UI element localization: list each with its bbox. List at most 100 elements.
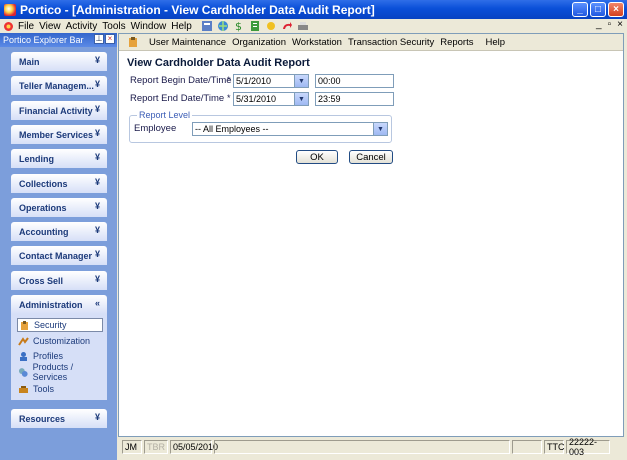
menu-window[interactable]: Window — [131, 21, 167, 32]
chevron-down-icon[interactable]: ¥ — [95, 177, 100, 187]
chevron-down-icon[interactable]: ¥ — [95, 274, 100, 284]
calculator-icon[interactable] — [201, 20, 213, 32]
group-member-services[interactable]: Member Services ¥ — [11, 125, 107, 144]
chevron-down-icon[interactable]: ¥ — [95, 225, 100, 235]
end-date-value: 5/31/2010 — [236, 94, 277, 104]
group-collections[interactable]: Collections ¥ — [11, 174, 107, 193]
subnav-help[interactable]: Help — [485, 37, 505, 48]
begin-date-picker[interactable]: 5/1/2010 ▼ — [233, 74, 309, 88]
chevron-down-icon[interactable]: ▼ — [294, 93, 308, 105]
subnav-workstation[interactable]: Workstation — [292, 37, 342, 48]
end-time-input[interactable]: 23:59 — [315, 92, 394, 106]
chevron-down-icon[interactable]: ¥ — [95, 79, 100, 89]
minimize-button[interactable]: _ — [572, 2, 588, 17]
security-icon — [129, 37, 137, 47]
end-date-picker[interactable]: 5/31/2010 ▼ — [233, 92, 309, 106]
maximize-button[interactable]: □ — [590, 2, 606, 17]
page-title: View Cardholder Data Audit Report — [127, 57, 310, 69]
admin-item-products-services[interactable]: Products / Services — [18, 362, 107, 382]
group-accounting[interactable]: Accounting ¥ — [11, 222, 107, 241]
chevron-down-icon[interactable]: ¥ — [95, 55, 100, 65]
group-resources[interactable]: Resources ¥ — [11, 409, 107, 428]
status-user: JM — [122, 439, 142, 454]
chevron-down-icon[interactable]: ¥ — [95, 104, 100, 114]
chevron-down-icon[interactable]: ¥ — [95, 152, 100, 162]
portico-menu-icon[interactable] — [3, 21, 14, 32]
subnav-organization[interactable]: Organization — [232, 37, 286, 48]
begin-time-input[interactable]: 00:00 — [315, 74, 394, 88]
mdi-restore-button[interactable]: ▫ — [608, 19, 612, 30]
end-time-value: 23:59 — [318, 94, 341, 104]
menu-tools[interactable]: Tools — [102, 21, 125, 32]
group-label: Administration — [19, 299, 83, 310]
admin-item-label: Products / Services — [32, 362, 74, 382]
menu-file[interactable]: File — [18, 21, 34, 32]
admin-subnav: User Maintenance Organization Workstatio… — [119, 34, 623, 51]
group-cross-sell[interactable]: Cross Sell ¥ — [11, 271, 107, 290]
employee-label: Employee — [134, 123, 177, 134]
group-contact-manager[interactable]: Contact Manager ¥ — [11, 246, 107, 265]
status-date: 05/05/2010 — [170, 439, 218, 454]
group-financial-activity[interactable]: Financial Activity ¥ — [11, 101, 107, 120]
printer-icon[interactable] — [297, 20, 309, 32]
menu-activity[interactable]: Activity — [66, 21, 98, 32]
money-icon[interactable]: $ — [233, 20, 245, 32]
admin-item-security[interactable]: Security — [17, 318, 103, 332]
pin-icon[interactable]: ⊥ — [94, 34, 104, 44]
group-label: Operations — [19, 202, 67, 213]
coin-icon[interactable] — [265, 20, 277, 32]
close-explorer-icon[interactable]: × — [105, 34, 115, 44]
mdi-minimize-button[interactable]: _ — [596, 19, 602, 30]
report-icon[interactable] — [249, 20, 261, 32]
subnav-transaction-security[interactable]: Transaction Security — [348, 37, 434, 48]
group-label: Member Services — [19, 129, 94, 140]
mdi-close-button[interactable]: × — [617, 19, 623, 30]
chevron-up-icon[interactable]: « — [95, 298, 100, 308]
employee-select[interactable]: -- All Employees -- ▼ — [192, 122, 388, 136]
mdi-controls: _ ▫ × — [596, 19, 623, 30]
menu-bar: File View Activity Tools Window Help $ _… — [0, 19, 627, 33]
subnav-user-maintenance[interactable]: User Maintenance — [149, 37, 226, 48]
group-lending[interactable]: Lending ¥ — [11, 149, 107, 168]
chevron-down-icon[interactable]: ¥ — [95, 201, 100, 211]
group-teller-management[interactable]: Teller Managem... ¥ — [11, 76, 107, 95]
close-button[interactable]: × — [608, 2, 624, 17]
security-icon — [21, 320, 28, 330]
subnav-reports[interactable]: Reports — [440, 37, 473, 48]
chevron-down-icon[interactable]: ▼ — [373, 123, 387, 135]
redo-arrow-icon[interactable] — [281, 20, 293, 32]
title-bar: Portico - [Administration - View Cardhol… — [0, 0, 627, 19]
explorer-bar-title: Portico Explorer Bar — [3, 35, 84, 45]
group-label: Accounting — [19, 226, 69, 237]
globe-icon[interactable] — [217, 20, 229, 32]
status-message-field — [214, 439, 510, 454]
menu-view[interactable]: View — [39, 21, 61, 32]
group-label: Contact Manager — [19, 250, 93, 261]
group-main[interactable]: Main ¥ — [11, 52, 107, 71]
cancel-button[interactable]: Cancel — [349, 150, 393, 164]
employee-value: -- All Employees -- — [195, 124, 269, 134]
status-bar: JM TBR 05/05/2010 TTC 22222-003 — [118, 437, 627, 457]
svg-text:$: $ — [235, 20, 242, 32]
required-marker: * — [227, 75, 231, 85]
admin-item-label: Customization — [33, 336, 91, 346]
customization-icon — [18, 336, 29, 346]
begin-date-value: 5/1/2010 — [236, 76, 272, 86]
admin-item-profiles[interactable]: Profiles — [18, 349, 63, 363]
window-title: Portico - [Administration - View Cardhol… — [20, 2, 375, 17]
chevron-down-icon[interactable]: ¥ — [95, 128, 100, 138]
admin-item-tools[interactable]: Tools — [18, 382, 54, 396]
group-administration[interactable]: Administration « — [11, 295, 107, 314]
status-ttc: TTC — [544, 439, 565, 454]
group-operations[interactable]: Operations ¥ — [11, 198, 107, 217]
chevron-down-icon[interactable]: ¥ — [95, 412, 100, 422]
admin-item-customization[interactable]: Customization — [18, 334, 90, 348]
report-level-legend: Report Level — [137, 110, 193, 120]
ok-button[interactable]: OK — [296, 150, 338, 164]
chevron-down-icon[interactable]: ¥ — [95, 249, 100, 259]
report-end-label: Report End Date/Time — [130, 93, 225, 104]
toolbar: $ — [201, 20, 309, 32]
menu-help[interactable]: Help — [171, 21, 192, 32]
chevron-down-icon[interactable]: ▼ — [294, 75, 308, 87]
status-muted-field: TBR — [144, 439, 168, 454]
